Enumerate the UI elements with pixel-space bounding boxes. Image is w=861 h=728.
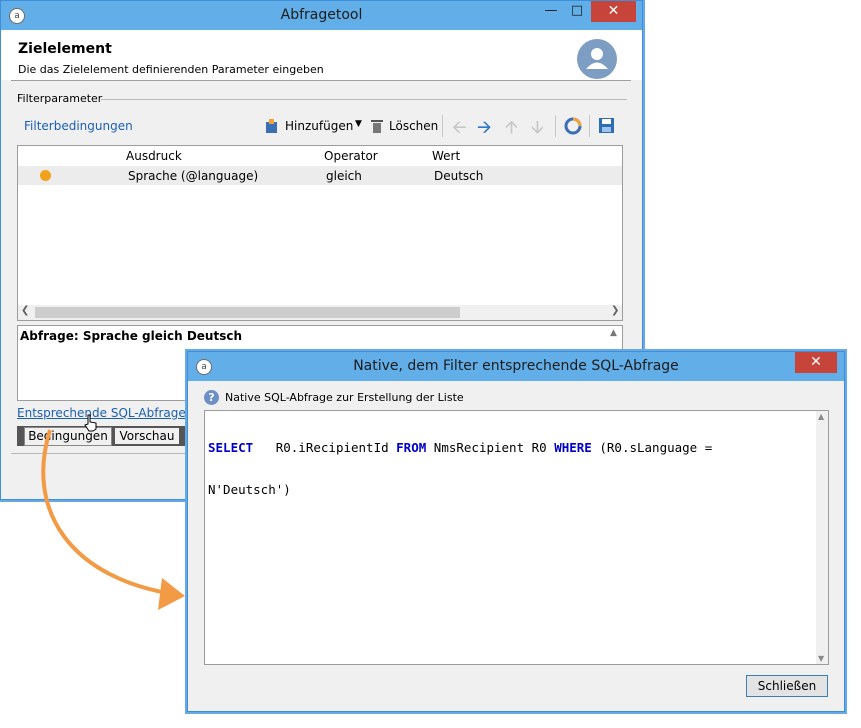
sql-scroll-down-icon[interactable]: ▼ [818, 654, 824, 663]
summary-scroll-up-icon[interactable]: ▲ [610, 328, 617, 338]
user-avatar-icon [577, 39, 617, 79]
sql-vertical-scrollbar[interactable]: ▲ ▼ [816, 411, 828, 664]
column-header-expression[interactable]: Ausdruck [126, 149, 182, 163]
add-button[interactable]: Hinzufügen [285, 119, 353, 133]
condition-status-icon [40, 170, 51, 181]
filter-conditions-link[interactable]: Filterbedingungen [24, 119, 133, 133]
sql-line-1: SELECT R0.iRecipientId FROM NmsRecipient… [208, 441, 712, 455]
sql-dialog-title: Native, dem Filter entsprechende SQL-Abf… [353, 358, 679, 374]
column-header-operator[interactable]: Operator [324, 149, 378, 163]
header-title: Zielelement [18, 41, 112, 57]
scroll-right-icon[interactable]: ❯ [611, 305, 619, 316]
sql-text-area[interactable]: SELECT R0.iRecipientId FROM NmsRecipient… [204, 410, 829, 665]
maximize-button[interactable]: □ [567, 1, 587, 22]
header-subtitle: Die das Zielelement definierenden Parame… [18, 63, 324, 76]
close-button[interactable]: ✕ [591, 1, 636, 22]
add-dropdown-chevron-icon[interactable]: ▼ [355, 119, 362, 129]
sql-keyword: WHERE [554, 440, 592, 455]
row-expression: Sprache (@language) [128, 169, 259, 183]
arrow-down-icon[interactable]: 🡫 [531, 115, 544, 145]
sql-token: NmsRecipient R0 [426, 440, 555, 455]
filter-parameters-label: Filterparameter [17, 92, 103, 105]
help-icon: ? [204, 390, 219, 405]
row-value: Deutsch [434, 169, 484, 183]
add-icon[interactable] [264, 118, 280, 134]
query-summary-text: Abfrage: Sprache gleich Deutsch [20, 329, 243, 343]
scrollbar-thumb[interactable] [35, 307, 460, 318]
sql-dialog-window: a Native, dem Filter entsprechende SQL-A… [187, 351, 845, 712]
sql-token: R0.iRecipientId [253, 440, 397, 455]
trash-icon[interactable] [369, 118, 385, 134]
dialog-close-button[interactable]: ✕ [795, 352, 837, 373]
arrow-right-icon[interactable]: 🡪 [477, 115, 492, 145]
sql-scroll-up-icon[interactable]: ▲ [818, 412, 824, 421]
table-row[interactable]: Sprache (@language) gleich Deutsch [18, 166, 622, 185]
sql-keyword: SELECT [208, 440, 254, 455]
arrow-up-icon[interactable]: 🡩 [505, 115, 518, 145]
chart-icon[interactable] [564, 117, 582, 135]
scroll-left-icon[interactable]: ❮ [21, 305, 29, 316]
sql-info-text: Native SQL-Abfrage zur Erstellung der Li… [225, 391, 464, 404]
sql-query-link[interactable]: Entsprechende SQL-Abfrage... [17, 406, 197, 420]
close-dialog-button[interactable]: Schließen [746, 675, 828, 697]
header-panel: Zielelement Die das Zielelement definier… [1, 30, 642, 80]
sql-dialog-titlebar[interactable]: a Native, dem Filter entsprechende SQL-A… [188, 352, 844, 381]
sql-line-2: N'Deutsch') [208, 482, 291, 497]
sql-code: SELECT R0.iRecipientId FROM NmsRecipient… [208, 413, 712, 525]
row-operator: gleich [326, 169, 362, 183]
table-header: Ausdruck Operator Wert [18, 146, 622, 165]
minimize-button[interactable]: — [541, 1, 561, 22]
save-icon[interactable] [598, 117, 615, 134]
conditions-table: Ausdruck Operator Wert Sprache (@languag… [17, 145, 623, 321]
horizontal-scrollbar[interactable]: ❮ ❯ [18, 305, 622, 320]
sql-keyword: FROM [396, 440, 427, 455]
delete-button[interactable]: Löschen [389, 119, 438, 133]
main-titlebar[interactable]: a Abfragetool — □ ✕ [1, 1, 642, 30]
arrow-left-icon[interactable]: 🡨 [452, 115, 467, 145]
column-header-value[interactable]: Wert [432, 149, 460, 163]
sql-token: (R0.sLanguage = [591, 440, 713, 455]
